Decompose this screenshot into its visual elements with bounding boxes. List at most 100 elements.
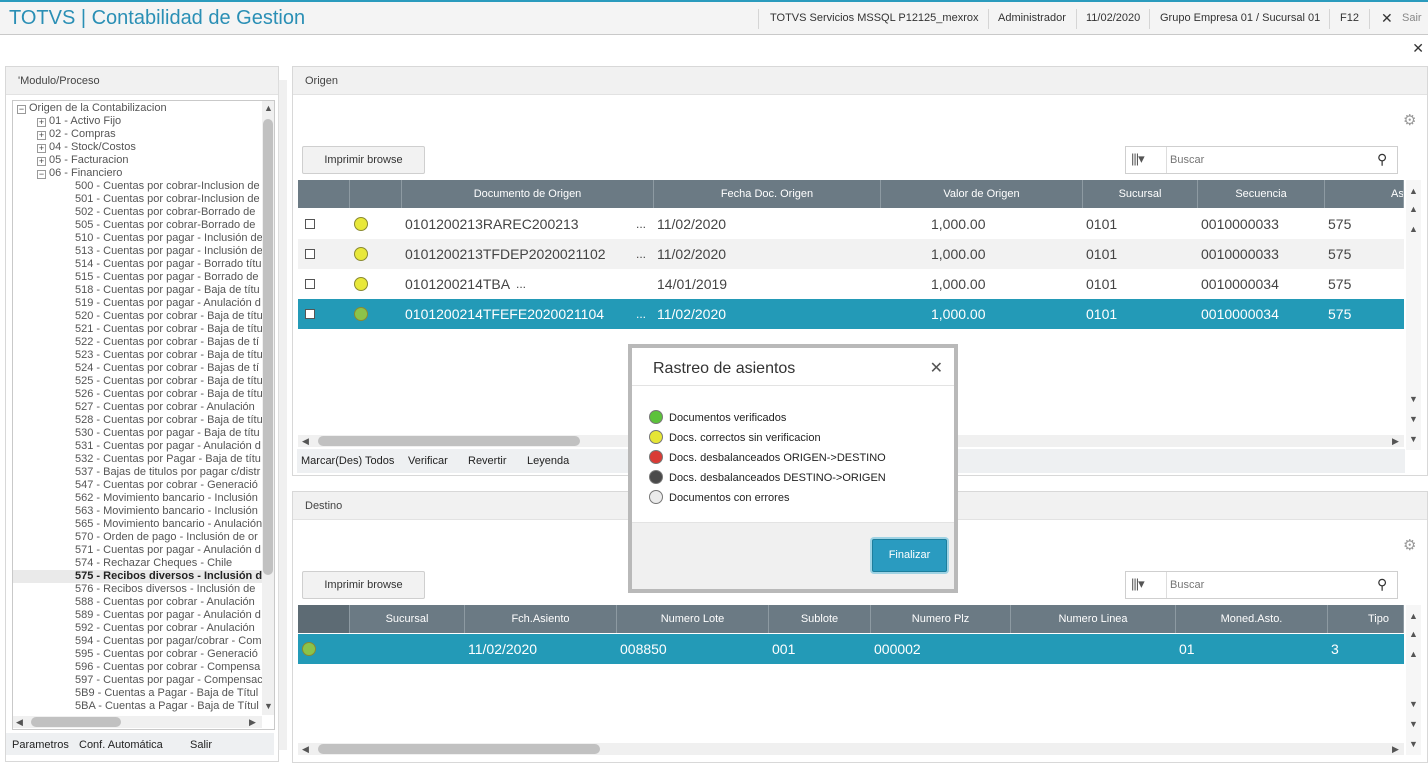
collapse-icon[interactable]: −	[37, 170, 46, 179]
exit-icon[interactable]: ✕	[1381, 10, 1393, 27]
expand-icon[interactable]: +	[37, 118, 46, 127]
tree-item[interactable]: 513 - Cuentas por pagar - Inclusión de	[13, 245, 263, 258]
tree-group[interactable]: +01 - Activo Fijo	[37, 115, 121, 128]
tree-item[interactable]: 594 - Cuentas por pagar/cobrar - Com	[13, 635, 262, 648]
search-input[interactable]	[1170, 575, 1370, 595]
cell-ellipsis[interactable]: ...	[636, 239, 656, 269]
tree-hscroll[interactable]: ◀ ▶	[13, 716, 262, 728]
destino-hscroll[interactable]: ◀ ▶	[298, 743, 1404, 755]
column-header-moneda[interactable]: Moned.Asto.	[1176, 605, 1328, 633]
scroll-left-icon[interactable]: ◀	[302, 436, 309, 447]
scroll-down-icon[interactable]: ▼	[1409, 699, 1418, 709]
origen-vscroll[interactable]: ▲ ▲ ▲ ▼ ▼ ▼	[1406, 180, 1421, 450]
columns-icon[interactable]: |||▾	[1131, 151, 1145, 167]
scroll-right-icon[interactable]: ▶	[249, 717, 256, 728]
tree-item[interactable]: 532 - Cuentas por Pagar - Baja de títu	[13, 453, 262, 466]
row-checkbox[interactable]	[305, 309, 315, 319]
salir-button[interactable]: Salir	[190, 739, 212, 751]
tree-item[interactable]: 528 - Cuentas por cobrar - Baja de títu	[13, 414, 263, 427]
scroll-down-icon[interactable]: ▼	[264, 701, 273, 711]
f12-button[interactable]: F12	[1340, 12, 1359, 24]
tree-item[interactable]: 519 - Cuentas por pagar - Anulación d	[13, 297, 262, 310]
table-row[interactable]: 11/02/2020 008850 001 000002 01 3	[298, 634, 1404, 664]
cell-ellipsis[interactable]: ...	[636, 299, 656, 329]
tree-item[interactable]: 5B9 - Cuentas a Pagar - Baja de Títul	[13, 687, 262, 700]
tree-item[interactable]: 531 - Cuentas por pagar - Anulación d	[13, 440, 262, 453]
column-header-sublote[interactable]: Sublote	[769, 605, 871, 633]
scroll-up-icon[interactable]: ▲	[1409, 204, 1418, 214]
tree-item[interactable]: 526 - Cuentas por cobrar - Baja de títu	[13, 388, 263, 401]
scroll-down-icon[interactable]: ▼	[1409, 414, 1418, 424]
finalizar-button[interactable]: Finalizar	[872, 539, 947, 572]
tree-item[interactable]: 563 - Movimiento bancario - Inclusión	[13, 505, 262, 518]
date-label[interactable]: 11/02/2020	[1086, 12, 1140, 24]
table-row[interactable]: 0101200214TBA... 14/01/2019 1,000.00 0101 00…	[298, 269, 1404, 299]
column-header-valor[interactable]: Valor de Origen	[881, 180, 1083, 208]
scroll-top-icon[interactable]: ▲	[1409, 611, 1418, 621]
row-checkbox[interactable]	[305, 249, 315, 259]
tree-item[interactable]: 575 - Recibos diversos - Inclusión de	[13, 570, 268, 583]
splitter[interactable]	[278, 80, 287, 750]
scroll-down-icon[interactable]: ▼	[1409, 719, 1418, 729]
tree-item[interactable]: 576 - Recibos diversos - Inclusión de	[13, 583, 262, 596]
column-header-status[interactable]	[350, 180, 402, 208]
scroll-top-icon[interactable]: ▲	[1409, 186, 1418, 196]
tree-item[interactable]: 524 - Cuentas por cobrar - Bajas de tí	[13, 362, 262, 375]
row-checkbox[interactable]	[305, 219, 315, 229]
tree-item[interactable]: 502 - Cuentas por cobrar-Borrado de	[13, 206, 262, 219]
tree-item[interactable]: 515 - Cuentas por pagar - Borrado de	[13, 271, 262, 284]
scroll-up-icon[interactable]: ▲	[1409, 224, 1418, 234]
search-icon[interactable]: ⚲	[1377, 576, 1387, 593]
user-label[interactable]: Administrador	[998, 12, 1066, 24]
tree-item[interactable]: 5BA - Cuentas a Pagar - Baja de Títul	[13, 700, 262, 713]
scroll-right-icon[interactable]: ▶	[1392, 436, 1399, 447]
column-header-sucursal[interactable]: Sucursal	[350, 605, 465, 633]
tree-item[interactable]: 518 - Cuentas por pagar - Baja de títu	[13, 284, 262, 297]
tree-root[interactable]: − Origen de la Contabilizacion	[17, 102, 167, 115]
cell-ellipsis[interactable]: ...	[516, 269, 536, 299]
tree-group[interactable]: −06 - Financiero	[37, 167, 122, 180]
tree-item[interactable]: 514 - Cuentas por pagar - Borrado títu	[13, 258, 262, 271]
scroll-down-icon[interactable]: ▼	[1409, 394, 1418, 404]
cell-ellipsis[interactable]: ...	[636, 209, 656, 239]
scroll-left-icon[interactable]: ◀	[302, 744, 309, 755]
scroll-up-icon[interactable]: ▲	[1409, 649, 1418, 659]
tree-item[interactable]: 530 - Cuentas por pagar - Baja de títu	[13, 427, 262, 440]
column-header-asiento[interactable]: Asien	[1325, 180, 1404, 208]
tree-group[interactable]: +05 - Facturacion	[37, 154, 128, 167]
tree-group[interactable]: +02 - Compras	[37, 128, 116, 141]
column-header-check[interactable]	[298, 180, 350, 208]
tree-item[interactable]: 571 - Cuentas por pagar - Anulación d	[13, 544, 262, 557]
parametros-button[interactable]: Parametros	[12, 739, 69, 751]
scroll-right-icon[interactable]: ▶	[1392, 744, 1399, 755]
tree-item[interactable]: 595 - Cuentas por cobrar - Generació	[13, 648, 262, 661]
destino-vscroll[interactable]: ▲ ▲ ▲ ▼ ▼ ▼	[1406, 605, 1421, 755]
scroll-up-icon[interactable]: ▲	[264, 103, 273, 113]
expand-icon[interactable]: +	[37, 157, 46, 166]
column-header-tipo[interactable]: Tipo	[1328, 605, 1404, 633]
process-tree[interactable]: − Origen de la Contabilizacion +01 - Activ…	[12, 100, 275, 730]
collapse-icon[interactable]: −	[17, 105, 26, 114]
scroll-thumb[interactable]	[318, 436, 580, 446]
scroll-left-icon[interactable]: ◀	[16, 717, 23, 728]
revertir-button[interactable]: Revertir	[468, 455, 507, 467]
expand-icon[interactable]: +	[37, 144, 46, 153]
column-header-secuencia[interactable]: Secuencia	[1198, 180, 1325, 208]
tree-item[interactable]: 501 - Cuentas por cobrar-Inclusion de	[13, 193, 262, 206]
search-input[interactable]	[1170, 150, 1370, 170]
search-icon[interactable]: ⚲	[1377, 151, 1387, 168]
column-header-fch-asiento[interactable]: Fch.Asiento	[465, 605, 617, 633]
columns-icon[interactable]: |||▾	[1131, 576, 1145, 592]
tree-item[interactable]: 520 - Cuentas por cobrar - Baja de títu	[13, 310, 263, 323]
table-row[interactable]: 0101200214TFEFE2020021104... 11/02/2020 1,…	[298, 299, 1404, 329]
column-header-documento[interactable]: Documento de Origen	[402, 180, 654, 208]
close-icon[interactable]: ✕	[1412, 40, 1424, 57]
tree-group[interactable]: +04 - Stock/Costos	[37, 141, 136, 154]
tree-item[interactable]: 523 - Cuentas por cobrar - Baja de títu	[13, 349, 263, 362]
tree-item[interactable]: 547 - Cuentas por cobrar - Generació	[13, 479, 262, 492]
tree-item[interactable]: 589 - Cuentas por pagar - Anulación d	[13, 609, 262, 622]
tree-item[interactable]: 570 - Orden de pago - Inclusión de or	[13, 531, 262, 544]
imprimir-browse-button[interactable]: Imprimir browse	[302, 571, 425, 599]
company-label[interactable]: Grupo Empresa 01 / Sucursal 01	[1160, 12, 1320, 24]
scroll-up-icon[interactable]: ▲	[1409, 629, 1418, 639]
